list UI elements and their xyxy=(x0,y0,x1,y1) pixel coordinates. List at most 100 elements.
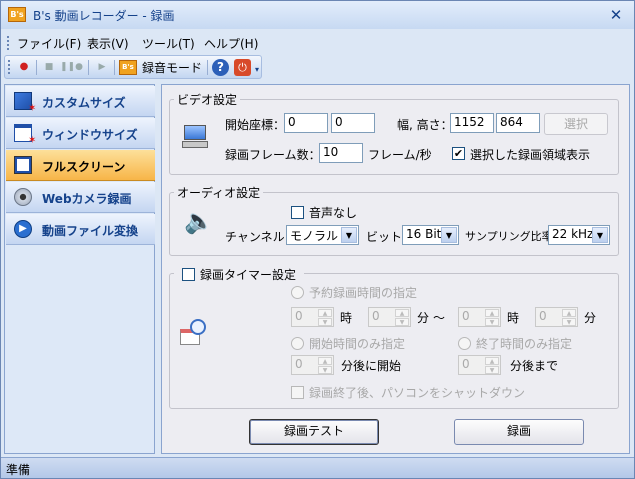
spin-down-icon[interactable]: ▼ xyxy=(562,318,576,326)
video-convert-icon: ▶ xyxy=(14,220,32,238)
menu-view[interactable]: 表示(V) xyxy=(87,35,129,52)
webcam-icon xyxy=(14,188,32,206)
app-logo-icon: B's xyxy=(8,7,26,22)
minute-label: 分 xyxy=(584,311,597,325)
bit-value: 16 Bit xyxy=(406,227,442,241)
menu-file[interactable]: ファイル(F) xyxy=(17,35,81,52)
status-text: 準備 xyxy=(6,463,31,477)
sidebar-item-fullscreen[interactable]: フルスクリーン xyxy=(6,150,155,181)
bit-select[interactable]: 16 Bit ▼ xyxy=(402,225,459,245)
show-region-checkbox[interactable]: ✔ xyxy=(452,147,465,160)
range-tilde: ～ xyxy=(433,311,446,325)
menu-bar: ファイル(F) 表示(V) ツール(T) ヘルプ(H) xyxy=(1,31,634,54)
start-hour-spinner[interactable]: 0 ▲ ▼ xyxy=(291,307,334,327)
height-field[interactable]: 864 xyxy=(496,113,540,133)
spin-down-icon[interactable]: ▼ xyxy=(485,318,499,326)
sidebar-item-label: Webカメラ録画 xyxy=(42,192,132,206)
star-icon: ✶ xyxy=(28,135,37,146)
spin-up-icon[interactable]: ▲ xyxy=(318,357,332,365)
spin-up-icon[interactable]: ▲ xyxy=(562,309,576,317)
end-after-label: 分後まで xyxy=(510,359,559,373)
start-only-radio[interactable] xyxy=(291,337,304,350)
sidebar-item-window-size[interactable]: ✶ ウィンドウサイズ xyxy=(6,118,155,149)
record-icon[interactable]: ● xyxy=(15,59,33,75)
sidebar-item-custom-size[interactable]: ✶ カスタムサイズ xyxy=(6,86,155,117)
audio-settings-group xyxy=(169,192,619,256)
start-after-spinner[interactable]: 0 ▲ ▼ xyxy=(291,355,334,375)
stop-icon[interactable]: ■ xyxy=(40,59,58,75)
end-after-value: 0 xyxy=(462,357,470,371)
record-test-button[interactable]: 録画テスト xyxy=(249,419,379,445)
spin-up-icon[interactable]: ▲ xyxy=(318,309,332,317)
start-after-value: 0 xyxy=(295,357,303,371)
chevron-down-icon[interactable]: ▼ xyxy=(341,227,357,243)
end-only-label: 終了時間のみ指定 xyxy=(476,337,573,351)
start-y-field[interactable]: 0 xyxy=(331,113,375,133)
chevron-down-icon[interactable]: ▼ xyxy=(441,227,457,243)
toolbar-separator xyxy=(207,60,208,75)
menu-help[interactable]: ヘルプ(H) xyxy=(204,35,258,52)
menu-grip-icon xyxy=(7,36,9,50)
sample-rate-value: 22 kHz xyxy=(552,227,594,241)
spin-down-icon[interactable]: ▼ xyxy=(318,318,332,326)
app-window: B's B's 動画レコーダー - 録画 ✕ ファイル(F) 表示(V) ツール… xyxy=(0,0,635,479)
fullscreen-icon xyxy=(14,156,32,174)
end-only-radio[interactable] xyxy=(458,337,471,350)
start-only-label: 開始時間のみ指定 xyxy=(309,337,406,351)
title-bar[interactable]: B's B's 動画レコーダー - 録画 ✕ xyxy=(1,1,634,29)
fps-field[interactable]: 10 xyxy=(319,143,363,163)
video-settings-group xyxy=(169,99,619,175)
pause-icon[interactable]: ❚❚● xyxy=(60,59,83,75)
toolbar-separator xyxy=(36,60,37,75)
spin-down-icon[interactable]: ▼ xyxy=(395,318,409,326)
speaker-icon: 🔈 xyxy=(184,207,214,235)
spin-up-icon[interactable]: ▲ xyxy=(485,309,499,317)
toolbar-grip-icon xyxy=(8,60,10,74)
spin-down-icon[interactable]: ▼ xyxy=(485,366,499,374)
end-hour-spinner[interactable]: 0 ▲ ▼ xyxy=(458,307,501,327)
start-x-field[interactable]: 0 xyxy=(284,113,328,133)
record-button[interactable]: 録画 xyxy=(454,419,584,445)
settings-panel: ビデオ設定 開始座標： 0 0 幅, 高さ： 1152 864 選択 録画フレー… xyxy=(161,84,630,454)
logo-icon: B's xyxy=(119,60,137,75)
shutdown-label: 録画終了後、パソコンをシャットダウン xyxy=(309,386,526,400)
window-title: B's 動画レコーダー - 録画 xyxy=(33,9,175,23)
spin-down-icon[interactable]: ▼ xyxy=(318,366,332,374)
toolbar: ● ■ ❚❚● ▶ B's 録音モード ? ⏻ ▾ xyxy=(4,55,262,79)
menu-tools[interactable]: ツール(T) xyxy=(142,35,195,52)
sidebar-item-webcam[interactable]: Webカメラ録画 xyxy=(6,182,155,213)
end-after-spinner[interactable]: 0 ▲ ▼ xyxy=(458,355,501,375)
clock-calendar-icon xyxy=(180,319,208,347)
end-minute-spinner[interactable]: 0 ▲ ▼ xyxy=(535,307,578,327)
size-label: 幅, 高さ： xyxy=(397,118,453,132)
star-icon: ✶ xyxy=(28,103,37,114)
close-icon[interactable]: ✕ xyxy=(607,6,625,24)
sample-rate-select[interactable]: 22 kHz ▼ xyxy=(548,225,610,245)
mute-checkbox[interactable] xyxy=(291,206,304,219)
play-icon[interactable]: ▶ xyxy=(93,59,111,75)
help-icon[interactable]: ? xyxy=(212,59,229,76)
sidebar: ✶ カスタムサイズ ✶ ウィンドウサイズ フルスクリーン Webカメラ録画 ▶ … xyxy=(4,84,155,454)
chevron-down-icon[interactable]: ▼ xyxy=(592,227,608,243)
hour-label: 時 xyxy=(340,311,353,325)
record-mode-button[interactable]: 録音モード xyxy=(142,59,202,76)
spin-up-icon[interactable]: ▲ xyxy=(395,309,409,317)
select-region-button[interactable]: 選択 xyxy=(544,113,608,135)
spin-up-icon[interactable]: ▲ xyxy=(485,357,499,365)
reserve-time-radio[interactable] xyxy=(291,286,304,299)
shutdown-checkbox[interactable] xyxy=(291,386,304,399)
start-minute-spinner[interactable]: 0 ▲ ▼ xyxy=(368,307,411,327)
width-field[interactable]: 1152 xyxy=(450,113,494,133)
minute-label: 分 xyxy=(417,311,430,325)
sidebar-item-label: 動画ファイル変換 xyxy=(42,224,139,238)
start-minute-value: 0 xyxy=(372,309,380,323)
toolbar-separator xyxy=(114,60,115,75)
power-icon[interactable]: ⏻ xyxy=(234,59,251,76)
toolbar-overflow-icon[interactable]: ▾ xyxy=(255,65,259,74)
channel-select[interactable]: モノラル ▼ xyxy=(286,225,359,245)
sidebar-item-convert[interactable]: ▶ 動画ファイル変換 xyxy=(6,214,155,245)
channel-value: モノラル xyxy=(290,229,339,243)
timer-enable-checkbox[interactable] xyxy=(182,268,195,281)
sidebar-item-label: カスタムサイズ xyxy=(42,96,126,110)
show-region-label: 選択した録画領域表示 xyxy=(470,148,591,162)
